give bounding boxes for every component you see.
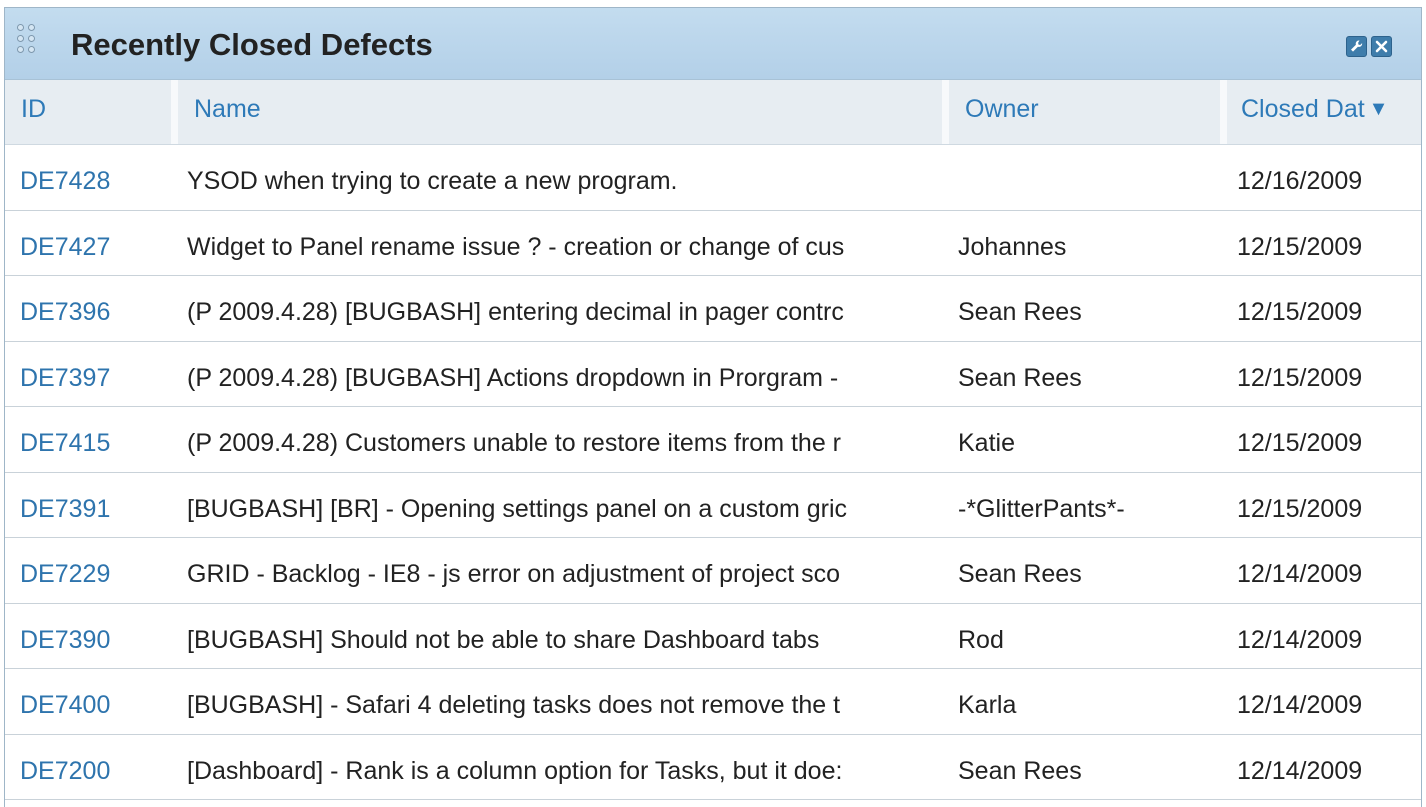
panel-title: Recently Closed Defects (71, 27, 433, 62)
defect-name: GRID - Backlog - IE8 - js error on adjus… (187, 560, 841, 588)
column-header-name[interactable]: Name (178, 80, 942, 144)
defect-id-link[interactable]: DE7396 (20, 276, 170, 340)
defect-owner: Sean Rees (958, 560, 1082, 588)
table-row[interactable]: DE7397 (P 2009.4.28) [BUGBASH] Actions dr… (5, 342, 1421, 407)
closed-date: 12/14/2009 (1237, 625, 1363, 654)
closed-date: 12/15/2009 (1237, 363, 1363, 392)
defect-name: Widget to Panel rename issue ? - creatio… (187, 232, 845, 261)
grip-icon[interactable] (17, 24, 37, 62)
column-divider[interactable] (1220, 80, 1227, 144)
defect-owner: Sean Rees (958, 756, 1082, 785)
table-row[interactable]: DE7400 [BUGBASH] - Safari 4 deleting task… (5, 669, 1421, 735)
defect-owner: Sean Rees (958, 363, 1082, 392)
closed-date: 12/14/2009 (1237, 691, 1363, 719)
defect-owner (958, 145, 1228, 209)
closed-date: 12/15/2009 (1237, 429, 1363, 457)
grid-header: ID Name Owner Closed Dat ▼ (5, 80, 1421, 145)
defect-id-link[interactable]: DE7390 (20, 604, 170, 668)
defect-owner: Rod (958, 625, 1004, 654)
wrench-icon[interactable] (1346, 36, 1367, 57)
closed-date: 12/15/2009 (1237, 494, 1363, 523)
defect-owner: Katie (958, 429, 1015, 457)
sort-descending-icon[interactable]: ▼ (1369, 98, 1389, 120)
table-row[interactable]: DE7428 YSOD when trying to create a new p… (5, 145, 1421, 211)
closed-date: 12/15/2009 (1237, 298, 1363, 326)
defect-id-link[interactable]: DE7397 (20, 342, 170, 406)
defect-name: [BUGBASH] [BR] - Opening settings panel … (187, 494, 848, 523)
table-row[interactable]: DE7396 (P 2009.4.28) [BUGBASH] entering d… (5, 276, 1421, 342)
panel-titlebar[interactable]: Recently Closed Defects (5, 8, 1421, 80)
defect-name: (P 2009.4.28) [BUGBASH] entering decimal… (187, 298, 844, 326)
table-row[interactable]: DE7391 [BUGBASH] [BR] - Opening settings … (5, 473, 1421, 538)
defect-name: [BUGBASH] Should not be able to share Da… (187, 625, 820, 654)
defect-name: [Dashboard] - Rank is a column option fo… (187, 756, 843, 785)
table-row[interactable]: DE7200 [Dashboard] - Rank is a column opt… (5, 735, 1421, 800)
column-header-owner[interactable]: Owner (949, 80, 1220, 144)
defect-name: (P 2009.4.28) [BUGBASH] Actions dropdown… (187, 363, 839, 392)
table-row[interactable]: DE7427 Widget to Panel rename issue ? - c… (5, 211, 1421, 276)
close-icon[interactable] (1371, 36, 1392, 57)
defect-id-link[interactable]: DE7200 (20, 735, 170, 799)
closed-date: 12/14/2009 (1237, 756, 1363, 785)
defect-id-link[interactable]: DE7391 (20, 473, 170, 537)
defect-id-link[interactable]: DE7427 (20, 211, 170, 275)
defect-id-link[interactable]: DE7428 (20, 145, 170, 209)
table-row[interactable]: DE7229 GRID - Backlog - IE8 - js error on… (5, 538, 1421, 604)
column-header-closed-date[interactable]: Closed Dat ▼ (1227, 80, 1421, 144)
defect-id-link[interactable]: DE7415 (20, 407, 170, 471)
defect-id-link[interactable]: DE7229 (20, 538, 170, 602)
defect-owner: Sean Rees (958, 298, 1082, 326)
defect-name: (P 2009.4.28) Customers unable to restor… (187, 429, 842, 457)
column-divider[interactable] (942, 80, 949, 144)
defect-name: [BUGBASH] - Safari 4 deleting tasks does… (187, 691, 841, 719)
defect-name: YSOD when trying to create a new program… (187, 167, 678, 195)
defect-owner: Karla (958, 691, 1017, 719)
column-header-id[interactable]: ID (5, 80, 171, 144)
column-divider[interactable] (171, 80, 178, 144)
closed-date: 12/14/2009 (1237, 560, 1363, 588)
closed-date: 12/15/2009 (1237, 232, 1363, 261)
defect-owner: Johannes (958, 232, 1067, 261)
defect-id-link[interactable]: DE7400 (20, 669, 170, 733)
defect-owner: -*GlitterPants*- (958, 494, 1125, 523)
table-row[interactable]: DE7415 (P 2009.4.28) Customers unable to … (5, 407, 1421, 473)
table-row[interactable]: DE7390 [BUGBASH] Should not be able to sh… (5, 604, 1421, 669)
column-header-id-label: ID (21, 95, 46, 123)
column-header-name-label: Name (194, 95, 261, 123)
column-header-owner-label: Owner (965, 95, 1039, 123)
grid-body: DE7428 YSOD when trying to create a new p… (5, 145, 1421, 800)
closed-date: 12/16/2009 (1237, 167, 1363, 195)
column-header-closed-date-label: Closed Dat (1241, 95, 1365, 123)
recently-closed-defects-panel: Recently Closed Defects ID Name Owner Cl… (4, 7, 1422, 807)
